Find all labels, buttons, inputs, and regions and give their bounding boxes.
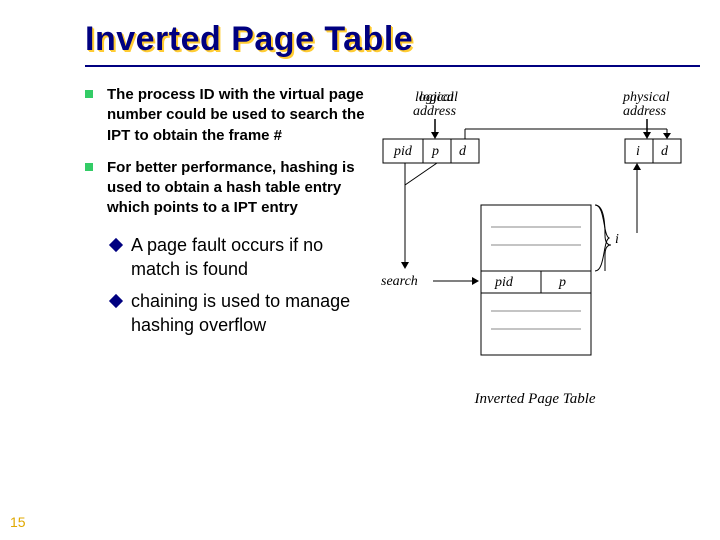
page-number: 15 [10,514,26,530]
cell-d: d [459,144,467,159]
table-cell-p: p [558,275,566,290]
diagram-caption: Inverted Page Table [375,391,695,408]
diamond-bullet-icon [109,237,123,251]
slide-title: Inverted Page Table [85,20,720,59]
bullet-text: For better performance, hashing is used … [107,158,365,219]
cell-i: i [636,144,640,159]
bullet-text: The process ID with the virtual page num… [107,85,365,146]
cell-pid: pid [393,144,413,159]
sub-bullet-text: A page fault occurs if no match is found [131,233,365,282]
bullet-item: The process ID with the virtual page num… [85,85,365,146]
sub-bullet-item: chaining is used to manage hashing overf… [111,289,365,338]
svg-text:physicaladdress: physicaladdress [622,90,670,119]
text-column: The process ID with the virtual page num… [85,85,365,408]
cell-p: p [431,144,439,159]
table-cell-pid: pid [494,275,514,290]
square-bullet-icon [85,163,93,171]
diagram-column: logical logicaladdress physicaladdress p… [375,85,695,408]
sub-bullet-text: chaining is used to manage hashing overf… [131,289,365,338]
svg-text:logicaladdress: logicaladdress [413,90,458,119]
cell-d: d [661,144,669,159]
sub-bullet-list: A page fault occurs if no match is found… [111,233,365,338]
sub-bullet-item: A page fault occurs if no match is found [111,233,365,282]
brace-label-i: i [615,232,619,247]
bullet-item: For better performance, hashing is used … [85,158,365,219]
label-search: search [381,274,418,289]
inverted-page-table-diagram: logical logicaladdress physicaladdress p… [375,85,695,385]
diamond-bullet-icon [109,294,123,308]
square-bullet-icon [85,90,93,98]
